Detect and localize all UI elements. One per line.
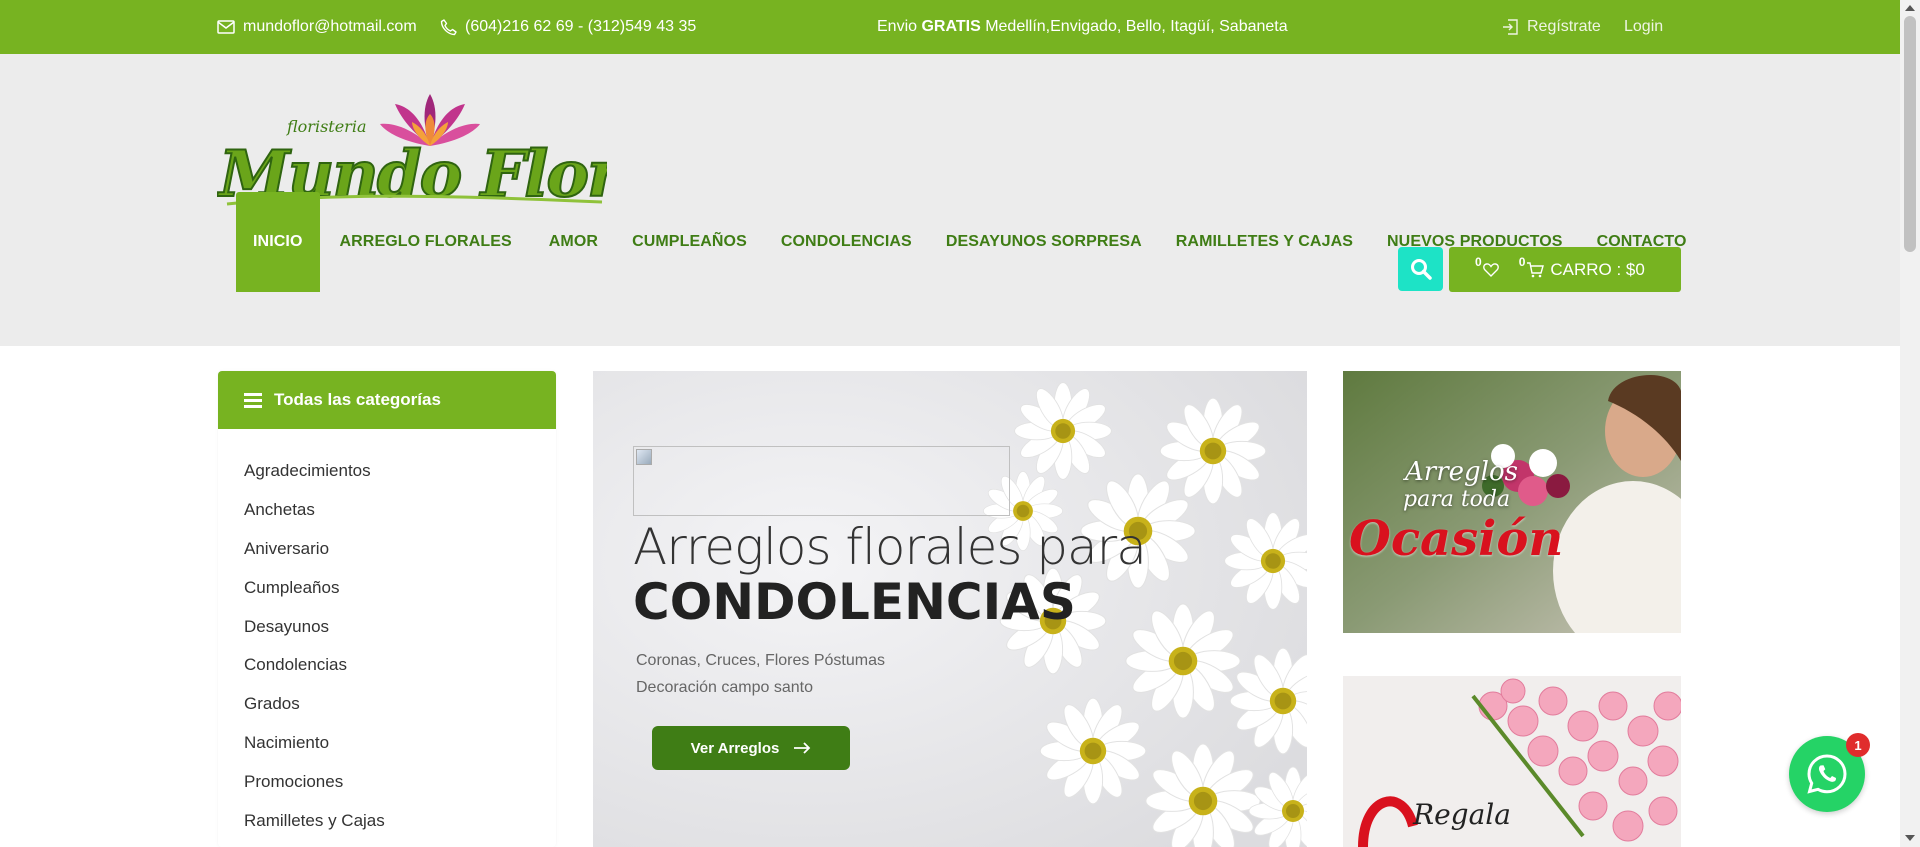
page-scrollbar[interactable] [1900, 0, 1920, 847]
nav-item-ramilletes-y-cajas[interactable]: RAMILLETES Y CAJAS [1159, 192, 1370, 292]
register-text: Regístrate [1527, 18, 1601, 35]
contact-email[interactable]: mundoflor@hotmail.com [217, 0, 417, 54]
hero-subtitle-line1: Coronas, Cruces, Flores Póstumas [636, 652, 885, 669]
shipping-notice: Envio GRATIS Medellín,Envigado, Bello, I… [877, 0, 1288, 54]
category-item[interactable]: Desayunos [218, 607, 556, 646]
banner1-line2: para toda [1403, 487, 1511, 512]
category-item[interactable]: Agradecimientos [218, 452, 556, 491]
scroll-down-arrow[interactable] [1905, 835, 1915, 841]
nav-item-arreglo-florales[interactable]: ARREGLO FLORALES [320, 192, 532, 292]
category-item[interactable]: Promociones [218, 762, 556, 801]
hero-title-line1: Arreglos florales para [633, 518, 1147, 576]
banner-gift[interactable]: Regala [1343, 676, 1681, 847]
whatsapp-icon [1807, 754, 1847, 794]
wishlist-count: 0 [1475, 254, 1482, 269]
nav-item-condolencias[interactable]: CONDOLENCIAS [764, 192, 929, 292]
search-icon [1410, 259, 1432, 280]
search-button[interactable] [1398, 247, 1443, 291]
cart-label: CARRO : $0 [1550, 259, 1645, 279]
hero-title-line2: CONDOLENCIAS [633, 573, 1076, 631]
category-item[interactable]: Anchetas [218, 491, 556, 530]
site-header: floristeria Mundo Flor INICIO ARREGLO FL… [0, 54, 1900, 346]
category-item[interactable]: Aniversario [218, 530, 556, 569]
contact-phone[interactable]: (604)216 62 69 - (312)549 43 35 [440, 0, 696, 54]
phone-icon [440, 18, 457, 35]
email-text: mundoflor@hotmail.com [243, 18, 417, 35]
categories-list: Agradecimientos Anchetas Aniversario Cum… [218, 429, 556, 840]
hero-slider[interactable]: Arreglos florales para CONDOLENCIAS Coro… [593, 371, 1307, 847]
login-icon [1503, 19, 1518, 35]
category-item[interactable]: Condolencias [218, 646, 556, 685]
banner-occasion[interactable]: Arreglos para toda Ocasión [1343, 371, 1681, 633]
logo-small-text: floristeria [286, 117, 366, 136]
heart-icon [1482, 263, 1499, 277]
broken-image-placeholder [633, 446, 1010, 516]
whatsapp-badge: 1 [1846, 733, 1870, 757]
cart-count-group: 0 [1519, 255, 1545, 278]
banner2-line1: Regala [1413, 798, 1511, 831]
scrollbar-thumb[interactable] [1904, 16, 1916, 252]
wishlist-link[interactable]: 0 [1475, 255, 1499, 277]
categories-title: Todas las categorías [274, 390, 441, 409]
scroll-up-arrow[interactable] [1905, 5, 1915, 11]
arrow-right-icon [794, 742, 811, 754]
category-item[interactable]: Nacimiento [218, 724, 556, 763]
roses-image [1343, 676, 1681, 847]
banner1-line3: Ocasión [1349, 511, 1564, 567]
login-link[interactable]: Login [1624, 0, 1663, 54]
menu-icon [244, 392, 262, 408]
shipping-prefix: Envio [877, 18, 918, 35]
hero-subtitle-line2: Decoración campo santo [636, 679, 813, 696]
cart-count: 0 [1518, 254, 1526, 269]
hero-button-label: Ver Arreglos [690, 739, 780, 757]
category-item[interactable]: Ramilletes y Cajas [218, 801, 556, 840]
cart-button[interactable]: 0 0 CARRO : $0 [1449, 247, 1681, 292]
cart-icon [1527, 261, 1545, 277]
category-item[interactable]: Cumpleaños [218, 568, 556, 607]
banner1-line1: Arreglos [1405, 457, 1518, 487]
register-link[interactable]: Regístrate [1501, 0, 1601, 54]
categories-header[interactable]: Todas las categorías [218, 371, 556, 429]
nav-item-desayunos-sorpresa[interactable]: DESAYUNOS SORPRESA [929, 192, 1159, 292]
hero-subtitle: Coronas, Cruces, Flores Póstumas Decorac… [636, 647, 885, 701]
phone-text: (604)216 62 69 - (312)549 43 35 [465, 18, 697, 35]
category-item[interactable]: Grados [218, 685, 556, 724]
shipping-bold: GRATIS [921, 18, 981, 35]
shipping-rest: Medellín,Envigado, Bello, Itagüí, Sabane… [985, 18, 1288, 35]
nav-item-inicio[interactable]: INICIO [236, 192, 320, 292]
bride-image [1343, 371, 1681, 633]
nav-item-amor[interactable]: AMOR [532, 192, 615, 292]
view-arrangements-button[interactable]: Ver Arreglos [652, 726, 850, 770]
login-text: Login [1624, 18, 1664, 35]
envelope-icon [217, 20, 235, 34]
categories-panel: Todas las categorías Agradecimientos Anc… [218, 371, 556, 847]
top-bar: mundoflor@hotmail.com (604)216 62 69 - (… [0, 0, 1900, 54]
nav-item-cumpleanos[interactable]: CUMPLEAÑOS [615, 192, 764, 292]
